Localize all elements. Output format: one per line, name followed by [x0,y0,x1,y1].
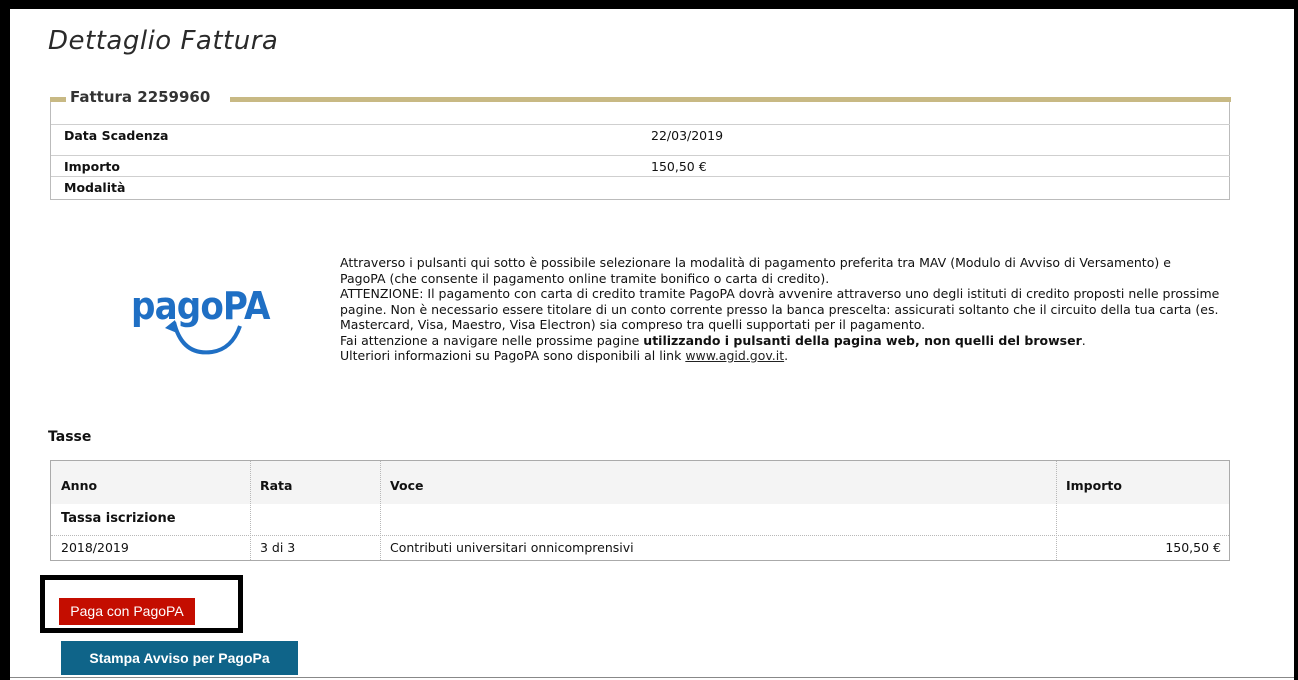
cell-rata: 3 di 3 [260,540,296,555]
window-frame-top [0,0,1298,9]
window-frame-left [0,0,10,680]
row-value: 150,50 € [651,159,707,174]
page-title: Dettaglio Fattura [48,26,279,56]
info-paragraph-3: Fai attenzione a navigare nelle prossime… [340,333,1220,349]
row-label: Modalità [64,180,126,195]
row-modalita: Modalità [51,176,1230,197]
cell-importo: 150,50 € [1165,540,1221,555]
info-text: . [1081,332,1086,348]
pagopa-logo: pagoPA [98,238,323,388]
paga-con-pagopa-button[interactable]: Paga con PagoPA [59,598,195,625]
column-divider [1056,461,1057,560]
header-anno: Anno [61,478,98,493]
window-frame-right [1294,0,1298,680]
row-label: Importo [64,159,120,174]
info-paragraph-4: Ulteriori informazioni su PagoPA sono di… [340,348,1220,364]
table-header [51,461,1229,504]
cell-voce: Contributi universitari onnicomprensivi [390,540,634,555]
info-paragraph-2: ATTENZIONE: Il pagamento con carta di cr… [340,286,1220,332]
pagopa-info-text: Attraverso i pulsanti qui sotto è possib… [340,255,1220,364]
info-paragraph-1: Attraverso i pulsanti qui sotto è possib… [340,255,1171,286]
pagopa-arrow-icon [165,320,242,355]
agid-link[interactable]: www.agid.gov.it [685,348,784,363]
row-divider [51,535,1229,536]
table-group-row: Tassa iscrizione [51,504,1229,535]
info-text: . [784,348,789,363]
tasse-table: Tassa iscrizione Anno Rata Voce Importo … [50,460,1230,561]
header-voce: Voce [390,478,424,493]
row-value: 22/03/2019 [651,128,724,143]
row-label: Data Scadenza [64,128,169,143]
header-rata: Rata [260,478,293,493]
header-importo: Importo [1066,478,1122,493]
row-data-scadenza: Data Scadenza 22/03/2019 [51,124,1230,145]
window-frame-bottom [10,677,1294,678]
group-label: Tassa iscrizione [61,511,176,526]
column-divider [380,461,381,560]
stampa-avviso-button[interactable]: Stampa Avviso per PagoPa [61,641,298,675]
info-text: Ulteriori informazioni su PagoPA sono di… [340,348,686,363]
info-bold-warning: utilizzando i pulsanti della pagina web,… [643,332,1082,348]
info-text: Fai attenzione a navigare nelle prossime… [340,332,644,348]
column-divider [250,461,251,560]
cell-anno: 2018/2019 [61,540,129,555]
tasse-title: Tasse [48,429,92,445]
row-importo: Importo 150,50 € [51,155,1230,176]
